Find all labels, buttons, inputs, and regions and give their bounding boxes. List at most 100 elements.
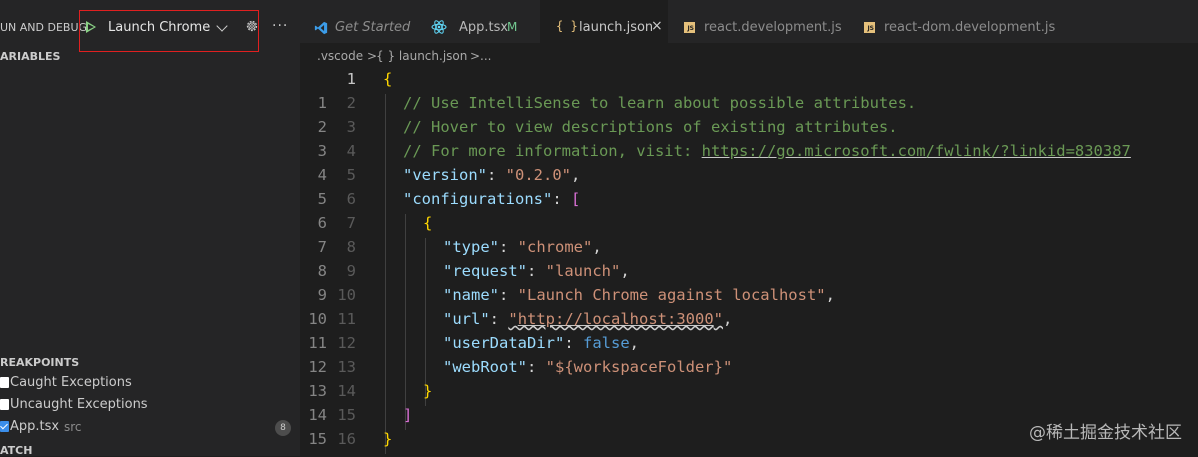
json-key: "version" [403, 166, 487, 184]
json-comma: , [825, 286, 835, 304]
line-number-relative: 10 [308, 310, 327, 328]
comment-text: // For more information, visit: [403, 142, 702, 160]
editor-tab-bar: Get Started App.tsx M { } launch.json × … [300, 0, 1198, 43]
json-key: "request" [443, 262, 527, 280]
code-line[interactable]: 12 13 "webRoot": "${workspaceFolder}" [300, 356, 1198, 380]
tab-react-development-js[interactable]: JS react.development.js [668, 0, 842, 43]
tab-app-tsx[interactable]: App.tsx M [422, 0, 540, 43]
vscode-icon [314, 21, 328, 35]
debug-toolbar: UN AND DEBUG Launch Chrome ag ··· [0, 0, 300, 52]
launch-config-selector[interactable]: Launch Chrome ag [79, 10, 259, 52]
code-line[interactable]: 7 8 "type": "chrome", [300, 236, 1198, 260]
url-link[interactable]: http://localhost:3000 [518, 310, 714, 328]
json-colon: : [564, 334, 583, 352]
breakpoint-checkbox[interactable] [0, 399, 9, 410]
json-comma: , [571, 166, 581, 184]
code-text: "configurations": [ [403, 190, 580, 208]
tab-launch-json[interactable]: { } launch.json × [540, 0, 668, 43]
comment-link[interactable]: https://go.microsoft.com/fwlink/?linkid=… [702, 142, 1131, 160]
breadcrumb-item-launch-json[interactable]: { } launch.json [376, 49, 467, 63]
breakpoint-label: Caught Exceptions [10, 375, 132, 390]
code-line[interactable]: 13 14 } [300, 380, 1198, 404]
close-icon[interactable]: × [651, 18, 663, 34]
code-text: "request": "launch", [443, 262, 630, 280]
json-bracket: [ [570, 190, 581, 208]
line-number: 12 [337, 334, 356, 352]
tab-label: Get Started [335, 20, 411, 35]
json-value: "0.2.0" [505, 166, 571, 184]
json-colon: : [487, 166, 506, 184]
json-comma: , [723, 310, 733, 328]
play-icon[interactable] [86, 21, 96, 33]
code-line[interactable]: 11 12 "userDataDir": false, [300, 332, 1198, 356]
breakpoint-path: src [64, 420, 82, 434]
json-comma: , [592, 238, 602, 256]
code-text: // Use IntelliSense to learn about possi… [403, 94, 917, 112]
breakpoint-label: Uncaught Exceptions [10, 397, 148, 412]
code-line[interactable]: 2 3 // Hover to view descriptions of exi… [300, 116, 1198, 140]
braces-icon: { } [556, 19, 578, 33]
line-number: 8 [346, 238, 356, 256]
line-number: 3 [346, 118, 356, 136]
json-colon: : [489, 310, 509, 328]
chevron-down-icon[interactable] [216, 20, 228, 32]
line-number-relative: 15 [308, 430, 327, 448]
json-value: false [583, 334, 630, 352]
line-number-relative: 6 [317, 214, 327, 232]
tab-label: App.tsx [459, 20, 509, 35]
line-number-relative: 11 [308, 334, 327, 352]
tab-label: launch.json [579, 20, 654, 35]
line-number: 9 [346, 262, 356, 280]
line-number: 1 [346, 70, 356, 88]
line-number: 16 [337, 430, 356, 448]
code-line[interactable]: 8 9 "request": "launch", [300, 260, 1198, 284]
variables-section-header[interactable]: ARIABLES [0, 50, 60, 63]
breadcrumb-item-more[interactable]: ... [480, 49, 491, 63]
code-line[interactable]: 1 { [300, 68, 1198, 92]
gear-icon[interactable] [245, 19, 259, 33]
json-colon: : [499, 238, 518, 256]
code-line[interactable]: 10 11 "url": "http://localhost:3000", [300, 308, 1198, 332]
json-colon: : [527, 358, 546, 376]
code-line[interactable]: 1 2 // Use IntelliSense to learn about p… [300, 92, 1198, 116]
code-line[interactable]: 9 10 "name": "Launch Chrome against loca… [300, 284, 1198, 308]
code-text: ] [403, 406, 413, 424]
breadcrumb-item-vscode[interactable]: .vscode [317, 49, 363, 63]
code-text: } [383, 430, 393, 448]
code-line[interactable]: 5 6 "configurations": [ [300, 188, 1198, 212]
tab-label: react.development.js [704, 20, 842, 35]
json-value: "${workspaceFolder}" [545, 358, 733, 376]
more-actions-icon[interactable]: ··· [272, 18, 288, 34]
line-number: 15 [337, 406, 356, 424]
tab-get-started[interactable]: Get Started [300, 0, 422, 43]
line-number-relative: 14 [308, 406, 327, 424]
json-colon: : [527, 262, 546, 280]
breakpoint-checkbox[interactable] [0, 421, 9, 432]
line-number-relative: 1 [317, 94, 327, 112]
line-number: 14 [337, 382, 356, 400]
code-editor[interactable]: 1 { 1 2 // Use IntelliSense to learn abo… [300, 68, 1198, 456]
json-value-url[interactable]: "http://localhost:3000" [508, 310, 723, 328]
code-text: "url": "http://localhost:3000", [443, 310, 732, 328]
breakpoints-section-header[interactable]: REAKPOINTS [0, 356, 79, 369]
json-value: "launch" [545, 262, 621, 280]
line-number-relative: 12 [308, 358, 327, 376]
watch-section-header[interactable]: ATCH [0, 444, 32, 457]
breakpoint-checkbox[interactable] [0, 377, 9, 388]
line-number-relative: 4 [317, 166, 327, 184]
json-value: "chrome" [517, 238, 593, 256]
js-icon: JS [684, 22, 695, 33]
code-line[interactable]: 4 5 "version": "0.2.0", [300, 164, 1198, 188]
line-number: 11 [337, 310, 356, 328]
json-value: "Launch Chrome against localhost" [517, 286, 826, 304]
line-number-relative: 5 [317, 190, 327, 208]
watermark: @稀土掘金技术社区 [1029, 423, 1182, 443]
code-line[interactable]: 6 7 { [300, 212, 1198, 236]
code-line[interactable]: 3 4 // For more information, visit: http… [300, 140, 1198, 164]
line-number: 5 [346, 166, 356, 184]
tab-label: react-dom.development.js [884, 20, 1056, 35]
code-text: { [423, 214, 433, 232]
tab-react-dom-development-js[interactable]: JS react-dom.development.js [842, 0, 1055, 43]
line-number: 13 [337, 358, 356, 376]
launch-config-select[interactable]: Launch Chrome ag [108, 20, 214, 35]
